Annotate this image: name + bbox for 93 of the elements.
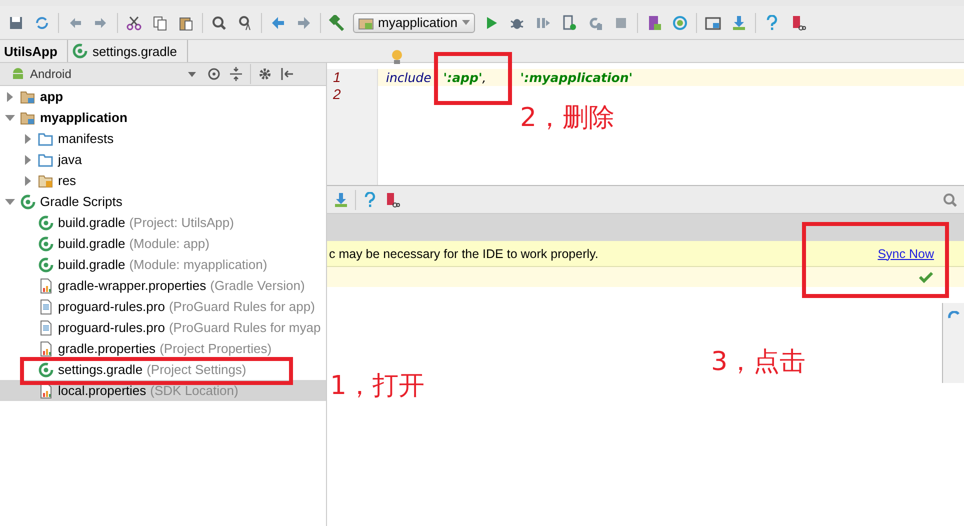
sdk-manager-icon (672, 14, 688, 30)
settings-icon (257, 66, 273, 82)
back-arrow-icon (270, 14, 286, 30)
search-icon (211, 14, 227, 30)
file-name: gradle-wrapper.properties (58, 278, 206, 293)
paste-icon (178, 14, 194, 30)
run-configuration-dropdown[interactable]: myapplication (353, 12, 474, 32)
tree-item[interactable]: Gradle Scripts (0, 191, 326, 212)
breadcrumb-item[interactable]: settings.gradle (68, 40, 188, 62)
device-monitor-icon (384, 192, 400, 208)
annotation-text: 2，删除 (520, 102, 615, 135)
save-icon (8, 14, 24, 30)
line-number: 1 (332, 69, 342, 86)
file-name: proguard-rules.pro (58, 299, 165, 314)
file-name: local.properties (58, 383, 146, 398)
copy-icon (152, 14, 168, 30)
device-bug-icon (560, 14, 576, 30)
tree-item[interactable]: proguard-rules.pro (ProGuard Rules for myap (0, 317, 326, 338)
file-name: build.gradle (58, 236, 126, 251)
android-icon (10, 66, 26, 82)
resource-folder-icon (38, 172, 54, 188)
gradle-icon (38, 214, 54, 230)
file-description: (Project Properties) (160, 341, 272, 356)
tree-item[interactable]: app (0, 86, 326, 107)
file-name: build.gradle (58, 215, 126, 230)
sync-icon (34, 14, 50, 30)
file-description: (ProGuard Rules for myap (168, 320, 321, 335)
file-description: (Project Settings) (146, 362, 246, 377)
file-name: app (40, 89, 64, 104)
tree-item[interactable]: res (0, 170, 326, 191)
folder-icon (38, 130, 54, 146)
checkmark-icon (918, 269, 934, 285)
breadcrumb-item[interactable]: UtilsApp (0, 40, 68, 62)
sync-now-link[interactable]: Sync Now (878, 246, 934, 260)
file-name: Gradle Scripts (40, 194, 122, 209)
file-name: proguard-rules.pro (58, 320, 165, 335)
file-name: gradle.properties (58, 341, 156, 356)
tree-item[interactable]: manifests (0, 128, 326, 149)
file-description: (Module: app) (129, 236, 210, 251)
file-description: (Gradle Version) (210, 278, 305, 293)
module-folder-icon (20, 110, 36, 126)
search-icon (942, 192, 958, 208)
android-download-icon (730, 14, 746, 30)
project-structure-icon (704, 14, 720, 30)
tree-item[interactable]: myapplication (0, 107, 326, 128)
android-download-icon (333, 192, 349, 208)
collapse-all-icon (228, 66, 244, 82)
file-description: (ProGuard Rules for app) (168, 299, 315, 314)
caret-icon (462, 20, 470, 25)
gradle-icon (38, 362, 54, 378)
tree-item[interactable]: build.gradle (Project: UtilsApp) (0, 212, 326, 233)
tree-item[interactable]: build.gradle (Module: app) (0, 233, 326, 254)
help-icon (362, 192, 378, 208)
tree-item[interactable]: build.gradle (Module: myapplication) (0, 254, 326, 275)
file-name: res (58, 173, 76, 188)
text-file-icon (38, 298, 54, 314)
gradle-icon (38, 236, 54, 252)
file-name: settings.gradle (58, 362, 143, 377)
forward-arrow-icon (296, 14, 312, 30)
locate-target-icon (206, 66, 222, 82)
tree-item[interactable]: settings.gradle (Project Settings) (0, 359, 326, 380)
replace-icon (237, 14, 253, 30)
hammer-icon (329, 14, 345, 30)
lightbulb-icon (391, 49, 403, 65)
tree-item[interactable]: gradle-wrapper.properties (Gradle Version) (0, 275, 326, 296)
annotation-text: 3，点击 (711, 346, 806, 379)
file-name: manifests (58, 131, 114, 146)
hide-panel-icon (279, 66, 295, 82)
tree-item[interactable]: proguard-rules.pro (ProGuard Rules for app) (0, 296, 326, 317)
file-name: java (58, 152, 82, 167)
tree-item[interactable]: java (0, 149, 326, 170)
gradle-sync-icon (948, 311, 960, 319)
caret-icon (188, 72, 196, 76)
folder-icon (38, 152, 54, 168)
file-description: (Project: UtilsApp) (129, 215, 234, 230)
rerun-icon (586, 14, 602, 30)
file-description: (Module: myapplication) (129, 257, 268, 272)
notification-message: c may be necessary for the IDE to work properly. (329, 246, 600, 260)
cut-icon (126, 14, 142, 30)
module-folder-icon (20, 88, 36, 104)
code-line: include ':app', ':myapplication' (386, 69, 633, 86)
line-number: 2 (332, 86, 342, 103)
file-description: (SDK Location) (150, 383, 238, 398)
tree-item[interactable]: gradle.properties (Project Properties) (0, 338, 326, 359)
properties-file-icon (38, 340, 54, 356)
gradle-icon (72, 43, 88, 59)
gradle-icon (20, 194, 36, 210)
annotation-text: 1，打开 (330, 370, 425, 403)
properties-file-icon (38, 278, 54, 294)
file-name: myapplication (40, 110, 128, 125)
gradle-icon (38, 256, 54, 272)
file-name: build.gradle (58, 257, 126, 272)
text-file-icon (38, 320, 54, 336)
